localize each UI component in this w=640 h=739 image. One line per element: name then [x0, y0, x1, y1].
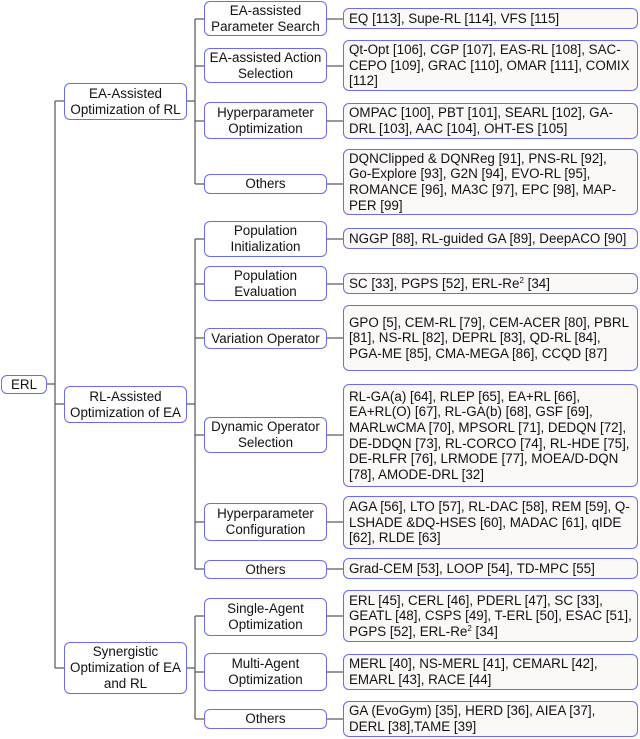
- methods-text: NGGP [88], RL-guided GA [89], DeepACO [9…: [349, 230, 627, 246]
- methods-hyperparameter-configuration: AGA [56], LTO [57], RL-DAC [58], REM [59…: [343, 496, 638, 549]
- category-label: Others: [245, 561, 286, 577]
- methods-text: MERL [40], NS-MERL [41], CEMARL [42], EM…: [349, 656, 598, 687]
- category-multi-agent: Multi-Agent Optimization: [204, 653, 327, 691]
- methods-others-3: GA (EvoGym) [35], HERD [36], AIEA [37], …: [343, 701, 638, 737]
- category-label: Hyperparameter Optimization: [217, 104, 314, 136]
- category-others-2: Others: [204, 560, 327, 579]
- methods-dynamic-operator-selection: RL-GA(a) [64], RLEP [65], EA+RL [66], EA…: [343, 384, 638, 487]
- superscript: 2: [519, 275, 524, 285]
- category-label: Variation Operator: [211, 330, 320, 346]
- methods-population-evaluation: SC [33], PGPS [52], ERL-Re2 [34]: [343, 273, 638, 294]
- root-node-erl: ERL: [1, 375, 47, 394]
- category-label: Population Initialization: [230, 223, 301, 254]
- category-label: EA-assisted Parameter Search: [211, 2, 320, 34]
- category-dynamic-operator-selection: Dynamic Operator Selection: [204, 417, 327, 453]
- category-others-1: Others: [204, 174, 327, 194]
- methods-single-agent: ERL [45], CERL [46], PDERL [47], SC [33]…: [343, 590, 638, 642]
- methods-text: EQ [113], Supe-RL [114], VFS [115]: [349, 10, 560, 26]
- category-label: Single-Agent Optimization: [227, 601, 304, 632]
- category-ea-parameter-search: EA-assisted Parameter Search: [204, 1, 327, 36]
- methods-population-initialization: NGGP [88], RL-guided GA [89], DeepACO [9…: [343, 228, 638, 249]
- category-label: Others: [245, 711, 286, 726]
- methods-text: SC [33], PGPS [52], ERL-Re2 [34]: [349, 275, 550, 291]
- branch-label: EA-Assisted Optimization of RL: [70, 85, 181, 117]
- methods-text: GPO [5], CEM-RL [79], CEM-ACER [80], PBR…: [349, 314, 629, 361]
- methods-text: DQNClipped & DQNReg [91], PNS-RL [92], G…: [349, 150, 617, 213]
- branch-synergistic: Synergistic Optimization of EA and RL: [64, 642, 187, 694]
- methods-text: ERL [45], CERL [46], PDERL [47], SC [33]…: [349, 592, 632, 639]
- category-label: Multi-Agent Optimization: [228, 656, 303, 687]
- category-label: EA-assisted Action Selection: [209, 49, 322, 81]
- category-single-agent: Single-Agent Optimization: [204, 598, 327, 636]
- methods-text: OMPAC [100], PBT [101], SEARL [102], GA-…: [349, 105, 613, 136]
- branch-rl-assisted-ea: RL-Assisted Optimization of EA: [64, 386, 187, 423]
- category-label: Others: [245, 176, 286, 191]
- category-label: Dynamic Operator Selection: [211, 419, 320, 450]
- methods-ea-action-selection: Qt-Opt [106], CGP [107], EAS-RL [108], S…: [343, 40, 638, 91]
- category-population-initialization: Population Initialization: [204, 221, 327, 257]
- methods-text: RL-GA(a) [64], RLEP [65], EA+RL [66], EA…: [349, 388, 630, 482]
- category-population-evaluation: Population Evaluation: [204, 266, 327, 301]
- category-hyperparameter-optimization: Hyperparameter Optimization: [204, 102, 327, 139]
- category-ea-action-selection: EA-assisted Action Selection: [204, 48, 327, 83]
- methods-others-1: DQNClipped & DQNReg [91], PNS-RL [92], G…: [343, 149, 638, 215]
- methods-text: AGA [56], LTO [57], RL-DAC [58], REM [59…: [349, 499, 630, 546]
- category-variation-operator: Variation Operator: [204, 328, 327, 349]
- root-label: ERL: [10, 376, 38, 392]
- methods-others-2: Grad-CEM [53], LOOP [54], TD-MPC [55]: [343, 558, 638, 579]
- category-label: Population Evaluation: [233, 267, 298, 299]
- methods-variation-operator: GPO [5], CEM-RL [79], CEM-ACER [80], PBR…: [343, 305, 638, 371]
- branch-ea-assisted-rl: EA-Assisted Optimization of RL: [64, 83, 187, 120]
- category-hyperparameter-configuration: Hyperparameter Configuration: [204, 503, 327, 541]
- methods-text: GA (EvoGym) [35], HERD [36], AIEA [37], …: [349, 703, 596, 734]
- category-label: Hyperparameter Configuration: [217, 506, 314, 537]
- methods-text: Qt-Opt [106], CGP [107], EAS-RL [108], S…: [349, 42, 630, 89]
- methods-multi-agent: MERL [40], NS-MERL [41], CEMARL [42], EM…: [343, 654, 638, 690]
- category-others-3: Others: [204, 709, 327, 729]
- methods-text: Grad-CEM [53], LOOP [54], TD-MPC [55]: [349, 560, 595, 576]
- branch-label: RL-Assisted Optimization of EA: [70, 388, 181, 420]
- branch-label: Synergistic Optimization of EA and RL: [70, 644, 181, 691]
- methods-hyperparameter-optimization: OMPAC [100], PBT [101], SEARL [102], GA-…: [343, 103, 638, 139]
- superscript: 2: [467, 623, 472, 633]
- methods-ea-parameter-search: EQ [113], Supe-RL [114], VFS [115]: [343, 8, 638, 29]
